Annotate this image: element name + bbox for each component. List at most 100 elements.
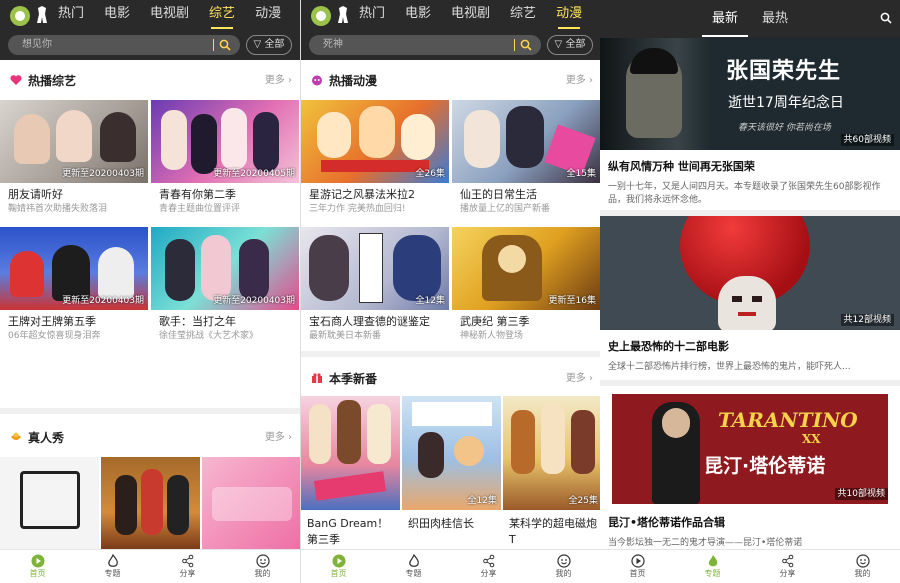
anime-thumbnail: 全15集 <box>452 100 600 183</box>
tab-latest[interactable]: 最新 <box>701 11 749 37</box>
search-divider <box>213 39 214 51</box>
ingot-icon <box>11 432 21 440</box>
category-tabs: 热门 电影 电视剧 综艺 动漫 <box>359 4 582 30</box>
tab-movie[interactable]: 电影 <box>405 4 431 30</box>
anime-card[interactable]: BanG Dream！第三季 <box>301 396 400 546</box>
share-icon <box>781 554 793 568</box>
episode-badge: 全12集 <box>467 496 497 506</box>
anime-thumbnail: 全12集 <box>301 227 449 310</box>
show-thumbnail <box>202 457 300 549</box>
nav-share[interactable]: 分享 <box>451 550 526 583</box>
nav-home[interactable]: 首页 <box>0 550 75 583</box>
episode-badge: 更新至20200403期 <box>213 296 295 306</box>
more-link[interactable]: 更多 › <box>265 431 292 445</box>
search-icon[interactable] <box>880 12 892 24</box>
smiley-icon <box>855 554 870 568</box>
topic-banner[interactable]: TARANTINO XX 昆汀·塔伦蒂诺 共10部视频 <box>612 394 888 504</box>
anime-subtitle: 三年力作 完美热血回归! <box>309 204 406 214</box>
flame-icon <box>408 554 419 567</box>
nav-share[interactable]: 分享 <box>150 550 225 583</box>
video-count-badge: 共60部视频 <box>840 134 894 146</box>
banner-subheadline: 逝世17周年纪念日 <box>728 95 844 111</box>
show-card[interactable]: 更新至20200403期 朋友请听好 鞠婧祎首次助播失败落泪 <box>0 100 148 220</box>
show-card[interactable] <box>0 457 99 549</box>
section-header-hot-variety: 热播综艺 更多 › <box>0 62 300 100</box>
play-circle-icon <box>630 554 645 568</box>
search-icon[interactable] <box>520 39 532 51</box>
tab-movie[interactable]: 电影 <box>104 4 130 30</box>
anime-thumbnail: 全12集 <box>402 396 501 510</box>
banner-headline: 张国荣先生 <box>726 59 842 84</box>
video-count-badge: 共10部视频 <box>834 488 888 500</box>
nav-topics[interactable]: 专题 <box>376 550 451 583</box>
anime-thumbnail: 全26集 <box>301 100 449 183</box>
filter-label: 全部 <box>565 39 586 50</box>
show-card[interactable]: 更新至20200405期 青春有你第二季 青春主题曲位置评评 <box>151 100 299 220</box>
show-thumbnail <box>0 457 99 549</box>
tab-variety[interactable]: 综艺 <box>209 4 235 30</box>
show-card[interactable]: 更新至20200403期 王牌对王牌第五季 06年超女惊喜现身泪奔 <box>0 227 148 347</box>
nav-home[interactable]: 首页 <box>301 550 376 583</box>
filter-button[interactable]: ▽ 全部 <box>547 35 593 55</box>
section-header-reality: 真人秀 更多 › <box>0 419 300 457</box>
mascot-icon <box>336 6 350 24</box>
tab-variety[interactable]: 综艺 <box>510 4 536 30</box>
tab-tv[interactable]: 电视剧 <box>451 4 490 30</box>
nav-mine[interactable]: 我的 <box>225 550 300 583</box>
nav-mine[interactable]: 我的 <box>526 550 600 583</box>
anime-card[interactable]: 全12集 宝石商人理查德的谜鉴定 最新耽美日本新番 <box>301 227 449 347</box>
nav-home[interactable]: 首页 <box>600 550 675 583</box>
topic-divider <box>600 380 900 386</box>
nav-mine[interactable]: 我的 <box>825 550 900 583</box>
topic-banner[interactable]: 共12部视频 <box>600 216 900 330</box>
topic-title[interactable]: 昆汀•塔伦蒂诺作品合辑 <box>608 516 725 530</box>
more-link[interactable]: 更多 › <box>566 74 593 88</box>
show-card[interactable] <box>101 457 200 549</box>
banner-headline: 昆汀·塔伦蒂诺 <box>704 455 826 477</box>
nav-topics[interactable]: 专题 <box>75 550 150 583</box>
anime-card[interactable]: 全12集 织田肉桂信长 <box>402 396 501 546</box>
more-link[interactable]: 更多 › <box>265 74 292 88</box>
show-card[interactable] <box>202 457 300 549</box>
search-input[interactable]: 死神 <box>309 35 541 55</box>
show-card[interactable]: 更新至20200403期 歌手：当打之年 徐佳莹挑战《大艺术家》 <box>151 227 299 347</box>
topic-title[interactable]: 史上最恐怖的十二部电影 <box>608 340 729 354</box>
anime-title: 某科学的超电磁炮T <box>509 517 597 546</box>
episode-badge: 全15集 <box>566 169 596 179</box>
filter-label: 全部 <box>264 39 285 50</box>
topic-banner[interactable]: 张国荣先生 逝世17周年纪念日 春天该很好 你若尚在场 共60部视频 <box>600 38 900 150</box>
anime-title: 宝石商人理查德的谜鉴定 <box>309 315 430 328</box>
anime-subtitle: 播放量上亿的国产新番 <box>460 204 551 214</box>
search-input[interactable]: 想见你 <box>8 35 240 55</box>
section-header-new-season: 本季新番 更多 › <box>301 360 600 398</box>
show-title: 歌手：当打之年 <box>159 315 236 328</box>
anime-card[interactable]: 全26集 星游记之风暴法米拉2 三年力作 完美热血回归! <box>301 100 449 220</box>
topic-description: 全球十二部恐怖片排行榜，世界上最恐怖的鬼片，能吓死人... <box>608 362 851 372</box>
anime-title: 星游记之风暴法米拉2 <box>309 188 415 201</box>
anime-thumbnail: 全25集 <box>503 396 600 510</box>
filter-icon: ▽ <box>554 39 563 50</box>
tab-hottest[interactable]: 最热 <box>762 11 788 27</box>
anime-card[interactable]: 更新至16集 武庚纪 第三季 神秘新人物登场 <box>452 227 600 347</box>
banner-logo: TARANTINO <box>718 408 858 432</box>
nav-topics[interactable]: 专题 <box>675 550 750 583</box>
nav-share[interactable]: 分享 <box>750 550 825 583</box>
filter-button[interactable]: ▽ 全部 <box>246 35 292 55</box>
anime-card[interactable]: 全15集 仙王的日常生活 播放量上亿的国产新番 <box>452 100 600 220</box>
tab-tv[interactable]: 电视剧 <box>150 4 189 30</box>
anime-subtitle: 神秘新人物登场 <box>460 331 524 341</box>
app-logo-icon <box>10 6 30 26</box>
show-thumbnail: 更新至20200403期 <box>151 227 299 310</box>
tab-anime[interactable]: 动漫 <box>255 4 281 30</box>
tab-hot[interactable]: 热门 <box>359 4 385 30</box>
topic-title[interactable]: 纵有风情万种 世间再无张国荣 <box>608 160 755 174</box>
more-link[interactable]: 更多 › <box>566 372 593 386</box>
bottom-nav: 首页 专题 分享 我的 <box>0 549 300 583</box>
anime-card[interactable]: 全25集 某科学的超电磁炮T <box>503 396 600 546</box>
app-header: 热门 电影 电视剧 综艺 动漫 死神 ▽ 全部 <box>301 0 600 60</box>
tab-hot[interactable]: 热门 <box>58 4 84 30</box>
smiley-icon <box>255 554 270 568</box>
tab-anime[interactable]: 动漫 <box>556 4 582 30</box>
search-placeholder: 死神 <box>323 39 343 50</box>
search-icon[interactable] <box>219 39 231 51</box>
